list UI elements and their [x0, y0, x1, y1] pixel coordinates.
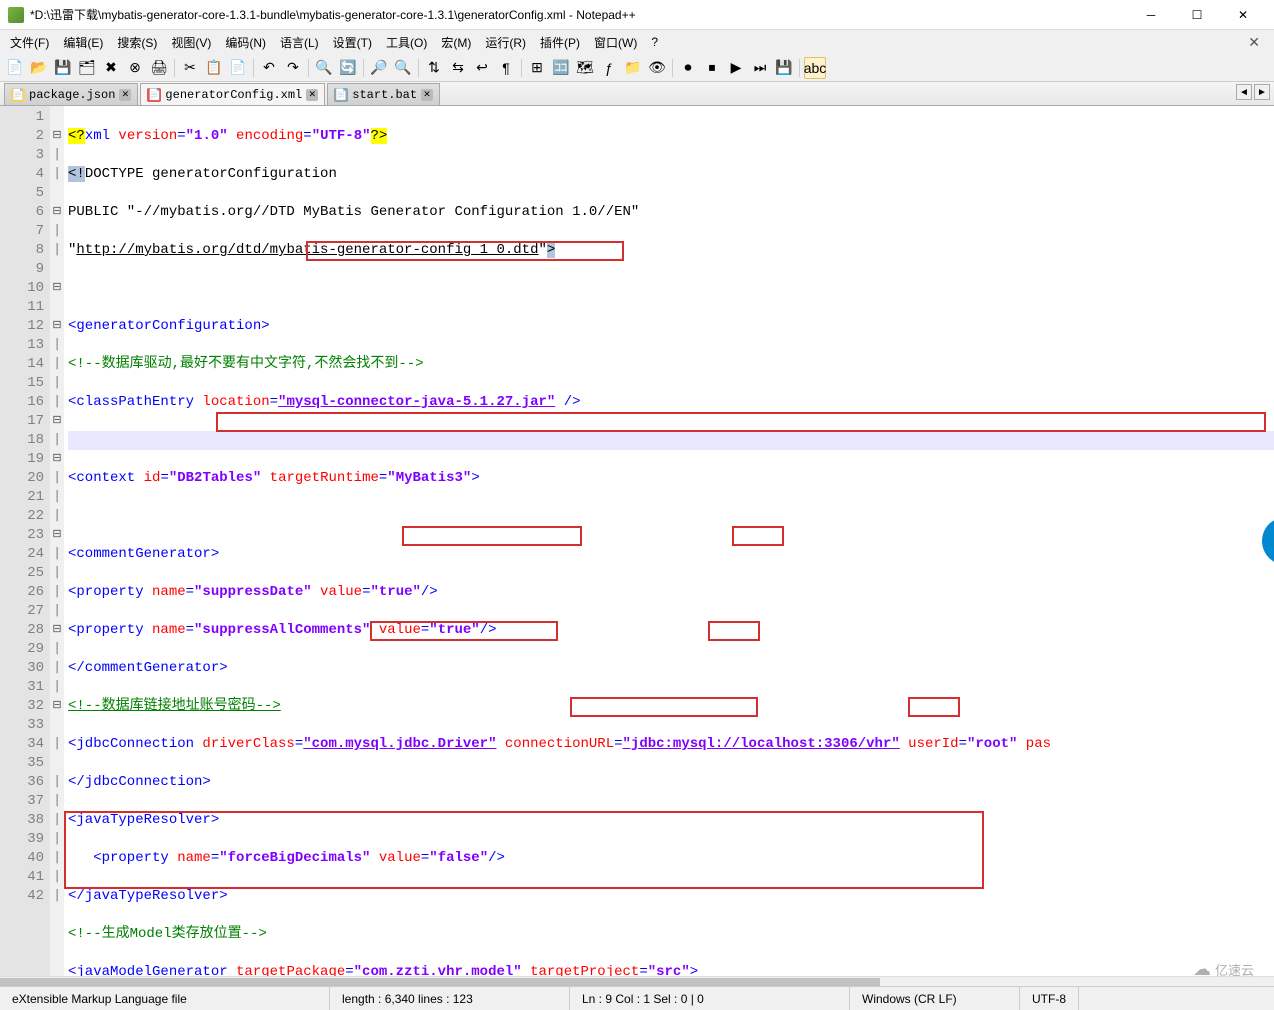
indent-guide-icon[interactable]: ⊞ — [526, 57, 548, 79]
cut-icon[interactable]: ✂ — [179, 57, 201, 79]
tab-start-bat[interactable]: 📄 start.bat ✕ — [327, 83, 440, 105]
menu-edit[interactable]: 编辑(E) — [57, 32, 109, 53]
status-eol: Windows (CR LF) — [850, 987, 1020, 1010]
play-icon[interactable]: ▶ — [725, 57, 747, 79]
tabbar: 📄 package.json ✕ 📄 generatorConfig.xml ✕ 📄 st… — [0, 82, 1274, 106]
highlight-box — [216, 412, 1266, 432]
tab-package-json[interactable]: 📄 package.json ✕ — [4, 83, 138, 105]
tab-generator-config[interactable]: 📄 generatorConfig.xml ✕ — [140, 83, 325, 105]
folder-icon[interactable]: 📁 — [622, 57, 644, 79]
menu-encoding[interactable]: 编码(N) — [219, 32, 272, 53]
code-area[interactable]: <?xml version="1.0" encoding="UTF-8"?> <… — [64, 106, 1274, 976]
tab-close-icon[interactable]: ✕ — [119, 89, 131, 101]
window-controls: ─ ☐ ✕ — [1128, 0, 1266, 30]
menu-help[interactable]: ? — [645, 33, 664, 51]
menu-settings[interactable]: 设置(T) — [327, 32, 378, 53]
status-language: eXtensible Markup Language file — [0, 987, 330, 1010]
save-icon[interactable]: 💾 — [52, 57, 74, 79]
menu-plugins[interactable]: 插件(P) — [534, 32, 586, 53]
print-icon[interactable]: 🖨 — [148, 57, 170, 79]
toolbar: 📄 📂 💾 🗂 ✖ ⊗ 🖨 ✂ 📋 📄 ↶ ↷ 🔍 🔄 🔎 🔍 ⇅ ⇆ ↩ ¶ … — [0, 54, 1274, 82]
record-icon[interactable]: ⏺ — [677, 57, 699, 79]
zoom-out-icon[interactable]: 🔍 — [392, 57, 414, 79]
file-icon: 📄 — [334, 88, 348, 102]
tab-label: package.json — [29, 88, 115, 102]
tab-label: generatorConfig.xml — [165, 88, 302, 102]
new-file-icon[interactable]: 📄 — [4, 57, 26, 79]
status-encoding: UTF-8 — [1020, 987, 1079, 1010]
titlebar: *D:\迅雷下载\mybatis-generator-core-1.3.1-bu… — [0, 0, 1274, 30]
watermark: ☁亿速云 — [1193, 959, 1254, 980]
tab-next-icon[interactable]: ► — [1254, 84, 1270, 100]
close-button[interactable]: ✕ — [1220, 0, 1266, 30]
play-multi-icon[interactable]: ⏭ — [749, 57, 771, 79]
paste-icon[interactable]: 📄 — [227, 57, 249, 79]
line-number-gutter: 1234567891011121314151617181920212223242… — [0, 106, 50, 976]
func-list-icon[interactable]: ƒ — [598, 57, 620, 79]
lang-icon[interactable]: 🈁 — [550, 57, 572, 79]
status-length: length : 6,340 lines : 123 — [330, 987, 570, 1010]
show-chars-icon[interactable]: ¶ — [495, 57, 517, 79]
zoom-in-icon[interactable]: 🔎 — [368, 57, 390, 79]
menubar-close-icon[interactable]: ✕ — [1238, 34, 1270, 51]
wrap-icon[interactable]: ↩ — [471, 57, 493, 79]
window-title: *D:\迅雷下载\mybatis-generator-core-1.3.1-bu… — [30, 6, 1128, 23]
redo-icon[interactable]: ↷ — [282, 57, 304, 79]
editor[interactable]: 1234567891011121314151617181920212223242… — [0, 106, 1274, 976]
monitor-icon[interactable]: 👁 — [646, 57, 668, 79]
close-file-icon[interactable]: ✖ — [100, 57, 122, 79]
open-folder-icon[interactable]: 📂 — [28, 57, 50, 79]
menu-language[interactable]: 语言(L) — [274, 32, 325, 53]
save-macro-icon[interactable]: 💾 — [773, 57, 795, 79]
file-icon: 📄 — [11, 88, 25, 102]
menu-search[interactable]: 搜索(S) — [111, 32, 163, 53]
minimize-button[interactable]: ─ — [1128, 0, 1174, 30]
app-icon — [8, 7, 24, 23]
fold-column[interactable]: ⊟││⊟││⊟⊟││││⊟│⊟│││⊟││││⊟│││⊟││││││││ — [50, 106, 64, 976]
menu-file[interactable]: 文件(F) — [4, 32, 55, 53]
menu-tools[interactable]: 工具(O) — [380, 32, 433, 53]
highlight-box — [402, 526, 582, 546]
find-icon[interactable]: 🔍 — [313, 57, 335, 79]
undo-icon[interactable]: ↶ — [258, 57, 280, 79]
copy-icon[interactable]: 📋 — [203, 57, 225, 79]
save-all-icon[interactable]: 🗂 — [76, 57, 98, 79]
tab-close-icon[interactable]: ✕ — [421, 89, 433, 101]
replace-icon[interactable]: 🔄 — [337, 57, 359, 79]
statusbar: eXtensible Markup Language file length :… — [0, 986, 1274, 1010]
menu-view[interactable]: 视图(V) — [165, 32, 217, 53]
stop-icon[interactable]: ⏹ — [701, 57, 723, 79]
maximize-button[interactable]: ☐ — [1174, 0, 1220, 30]
close-all-icon[interactable]: ⊗ — [124, 57, 146, 79]
tab-prev-icon[interactable]: ◄ — [1236, 84, 1252, 100]
sync-h-icon[interactable]: ⇆ — [447, 57, 469, 79]
highlight-box — [732, 526, 784, 546]
tab-nav: ◄► — [1236, 84, 1270, 100]
menu-window[interactable]: 窗口(W) — [588, 32, 643, 53]
menu-macro[interactable]: 宏(M) — [435, 32, 477, 53]
doc-map-icon[interactable]: 🗺 — [574, 57, 596, 79]
spellcheck-icon[interactable]: abc — [804, 57, 826, 79]
tab-close-icon[interactable]: ✕ — [306, 89, 318, 101]
status-position: Ln : 9 Col : 1 Sel : 0 | 0 — [570, 987, 850, 1010]
menubar: 文件(F) 编辑(E) 搜索(S) 视图(V) 编码(N) 语言(L) 设置(T… — [0, 30, 1274, 54]
file-icon: 📄 — [147, 88, 161, 102]
sync-v-icon[interactable]: ⇅ — [423, 57, 445, 79]
tab-label: start.bat — [352, 88, 417, 102]
menu-run[interactable]: 运行(R) — [479, 32, 532, 53]
